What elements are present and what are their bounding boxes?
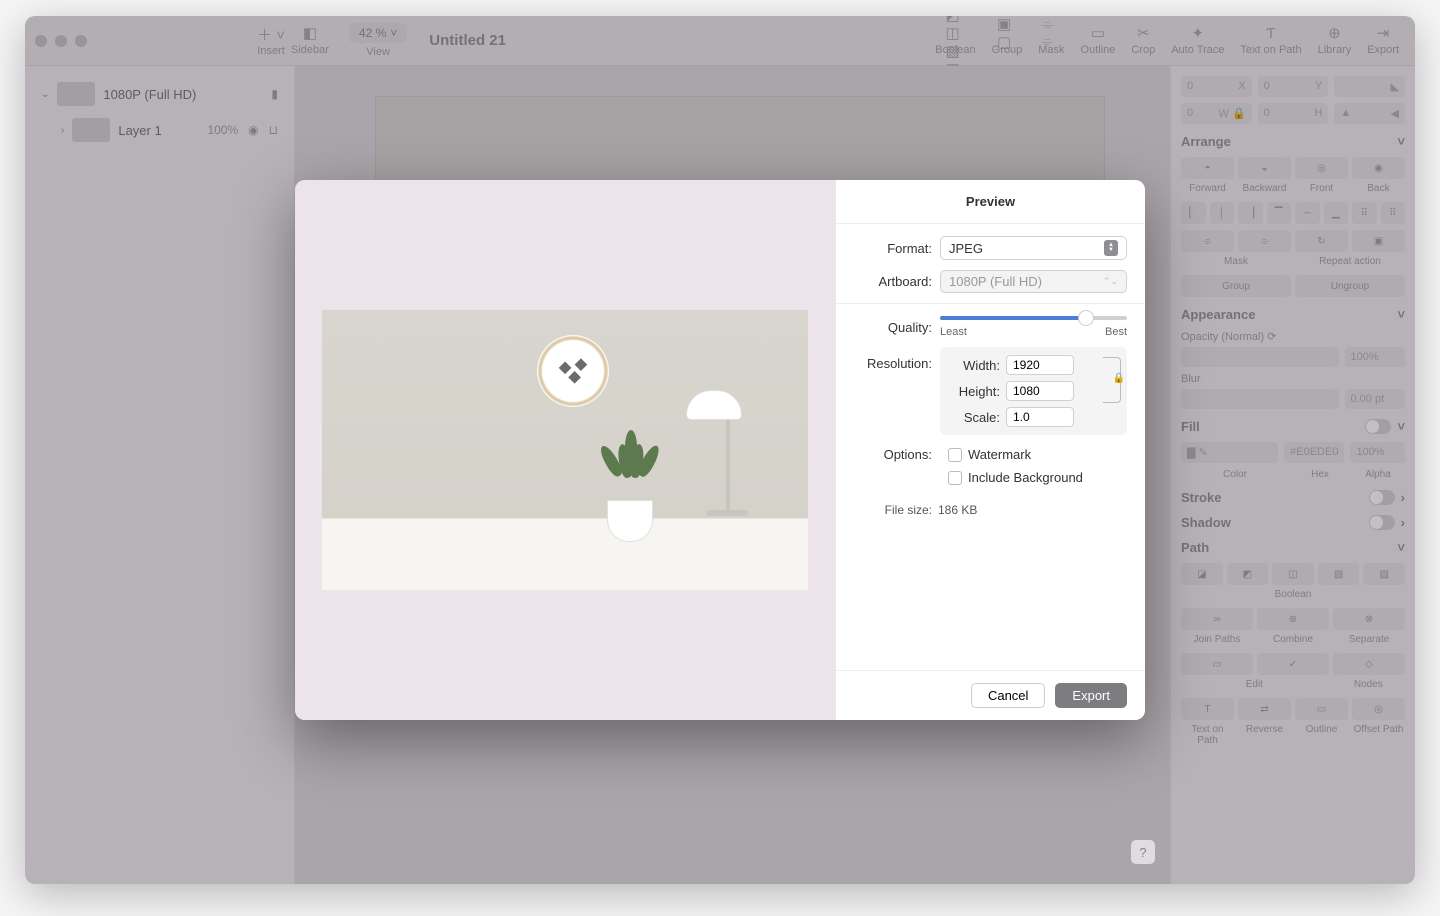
modal-title: Preview bbox=[836, 180, 1145, 224]
lock-icon[interactable]: 🔒 bbox=[1113, 373, 1125, 384]
cancel-button[interactable]: Cancel bbox=[971, 683, 1045, 708]
help-button[interactable]: ? bbox=[1131, 840, 1155, 864]
slider-thumb[interactable] bbox=[1078, 310, 1094, 326]
plant-decoration bbox=[607, 500, 653, 542]
filesize-value: 186 KB bbox=[938, 503, 977, 517]
include-bg-checkbox[interactable]: Include Background bbox=[948, 470, 1127, 485]
width-label: Width: bbox=[948, 358, 1000, 373]
lamp-decoration bbox=[686, 390, 748, 516]
artboard-label: Artboard: bbox=[854, 274, 932, 289]
options-label: Options: bbox=[854, 447, 932, 462]
height-label: Height: bbox=[948, 384, 1000, 399]
scale-label: Scale: bbox=[948, 410, 1000, 425]
checkbox-icon bbox=[948, 471, 962, 485]
watermark-checkbox[interactable]: Watermark bbox=[948, 447, 1127, 462]
preview-image bbox=[322, 310, 808, 590]
checkbox-icon bbox=[948, 448, 962, 462]
height-input[interactable] bbox=[1006, 381, 1074, 401]
scale-input[interactable] bbox=[1006, 407, 1074, 427]
preview-panel bbox=[295, 180, 835, 720]
artboard-select[interactable]: 1080P (Full HD) ⌃⌄ bbox=[940, 270, 1127, 293]
select-arrows-icon: ▲▼ bbox=[1104, 240, 1118, 256]
filesize-label: File size: bbox=[854, 503, 932, 517]
width-input[interactable] bbox=[1006, 355, 1074, 375]
select-arrows-icon: ⌃⌄ bbox=[1103, 276, 1118, 287]
format-label: Format: bbox=[854, 241, 932, 256]
export-confirm-button[interactable]: Export bbox=[1055, 683, 1127, 708]
export-dialog: Preview Format: JPEG ▲▼ Artboard: 1080P … bbox=[295, 180, 1145, 720]
quality-label: Quality: bbox=[854, 320, 932, 335]
quality-slider[interactable] bbox=[940, 316, 1127, 320]
app-window: ＋ ˅ Insert ◧ Sidebar 42 %˅ View Untitled… bbox=[25, 16, 1415, 884]
export-options-panel: Preview Format: JPEG ▲▼ Artboard: 1080P … bbox=[835, 180, 1145, 720]
wall-frame-decoration bbox=[537, 335, 609, 407]
format-select[interactable]: JPEG ▲▼ bbox=[940, 236, 1127, 260]
resolution-label: Resolution: bbox=[854, 356, 932, 371]
